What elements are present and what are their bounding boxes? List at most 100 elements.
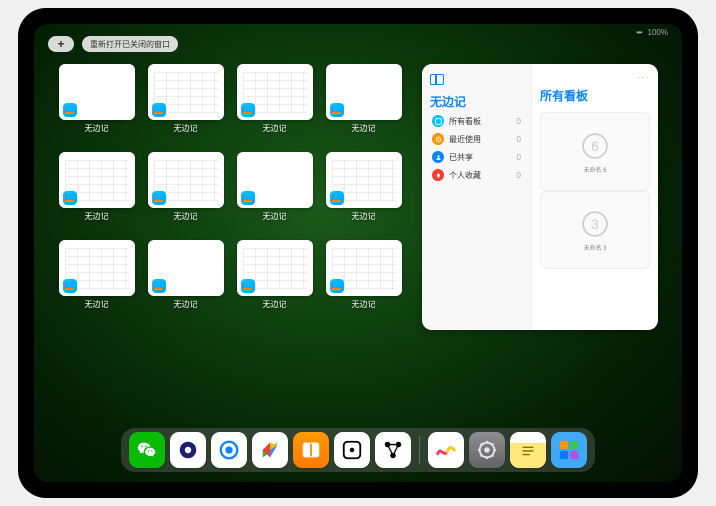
sidebar-item-label: 已共享 [449, 152, 473, 163]
freeform-app-icon [241, 279, 255, 293]
dock-icon-wechat[interactable] [129, 432, 165, 468]
sidebar-toggle-icon[interactable] [430, 74, 444, 85]
sidebar-item-icon [432, 169, 444, 181]
sidebar-title: 无边记 [430, 93, 523, 110]
board-name: 未命名 3 [583, 243, 606, 252]
board-card[interactable]: 6 未命名 6 [540, 112, 650, 191]
window-thumb[interactable]: 无边记 [58, 64, 135, 148]
freeform-app-icon [63, 103, 77, 117]
dock [121, 428, 595, 472]
dock-icon-settings[interactable] [469, 432, 505, 468]
battery-label: 100% [648, 28, 668, 37]
sidebar-item-count: 0 [517, 153, 521, 162]
freeform-app-icon [152, 191, 166, 205]
freeform-app-icon [241, 103, 255, 117]
plus-icon: + [57, 37, 64, 51]
thumb-preview [326, 64, 402, 120]
window-thumb[interactable]: 无边记 [236, 64, 313, 148]
window-thumb[interactable]: 无边记 [58, 240, 135, 324]
window-thumbs-grid: 无边记 无边记 无边记 无边记 无边记 无边记 无边记 无边记 [58, 64, 402, 422]
add-window-button[interactable]: + [48, 36, 74, 52]
sidebar-item-icon [432, 133, 444, 145]
thumb-preview [59, 240, 135, 296]
thumb-preview [326, 240, 402, 296]
window-thumb[interactable]: 无边记 [147, 64, 224, 148]
svg-text:3: 3 [591, 217, 599, 232]
freeform-app-icon [152, 103, 166, 117]
sidebar-item-icon [432, 115, 444, 127]
dock-icon-notes[interactable] [510, 432, 546, 468]
thumb-label: 无边记 [85, 123, 109, 134]
boards-panel-title: 所有看板 [540, 87, 650, 104]
dock-separator [419, 436, 420, 464]
sidebar-item[interactable]: 已共享 0 [430, 148, 523, 166]
window-thumb[interactable]: 无边记 [325, 64, 402, 148]
thumb-label: 无边记 [174, 211, 198, 222]
freeform-app-icon [330, 103, 344, 117]
freeform-app-icon [63, 279, 77, 293]
freeform-sidebar: 无边记 所有看板 0 最近使用 0 已共享 0 个人收藏 0 [422, 64, 532, 330]
dock-icon-books[interactable] [293, 432, 329, 468]
thumb-label: 无边记 [352, 299, 376, 310]
reopen-label: 重新打开已关闭的窗口 [90, 39, 170, 50]
boards-panel: ··· 所有看板 6 未命名 6 3 未命名 3 [532, 64, 658, 330]
board-name: 未命名 6 [583, 165, 606, 174]
sidebar-item-count: 0 [517, 117, 521, 126]
thumb-preview [237, 240, 313, 296]
freeform-app-icon [241, 191, 255, 205]
freeform-app-icon [152, 279, 166, 293]
sidebar-item[interactable]: 个人收藏 0 [430, 166, 523, 184]
thumb-preview [148, 240, 224, 296]
thumb-label: 无边记 [352, 123, 376, 134]
freeform-app-icon [330, 191, 344, 205]
screen: 100% + 重新打开已关闭的窗口 无边记 无边记 无边记 无边记 无边记 [34, 24, 682, 482]
ipad-device: 100% + 重新打开已关闭的窗口 无边记 无边记 无边记 无边记 无边记 [18, 8, 698, 498]
board-card[interactable]: 3 未命名 3 [540, 191, 650, 270]
svg-text:6: 6 [591, 139, 599, 154]
thumb-preview [237, 64, 313, 120]
dock-icon-browser[interactable] [211, 432, 247, 468]
thumb-label: 无边记 [352, 211, 376, 222]
thumb-label: 无边记 [263, 299, 287, 310]
dock-icon-quark[interactable] [170, 432, 206, 468]
thumb-preview [148, 152, 224, 208]
reopen-closed-window-button[interactable]: 重新打开已关闭的窗口 [82, 36, 178, 52]
dock-icon-nodes[interactable] [375, 432, 411, 468]
window-thumb[interactable]: 无边记 [236, 240, 313, 324]
status-bar: 100% [636, 28, 668, 37]
window-thumb[interactable]: 无边记 [236, 152, 313, 236]
freeform-app-icon [330, 279, 344, 293]
thumb-preview [237, 152, 313, 208]
sidebar-item-count: 0 [517, 135, 521, 144]
board-scribble-icon: 3 [578, 207, 612, 241]
thumb-label: 无边记 [85, 211, 109, 222]
dock-icon-freeform[interactable] [428, 432, 464, 468]
thumb-label: 无边记 [263, 123, 287, 134]
dock-icon-play[interactable] [252, 432, 288, 468]
sidebar-item[interactable]: 所有看板 0 [430, 112, 523, 130]
dock-icon-folder[interactable] [551, 432, 587, 468]
sidebar-item-label: 个人收藏 [449, 170, 481, 181]
board-scribble-icon: 6 [578, 129, 612, 163]
window-thumb[interactable]: 无边记 [58, 152, 135, 236]
more-icon[interactable]: ··· [540, 72, 650, 83]
sidebar-item-icon [432, 151, 444, 163]
sidebar-item[interactable]: 最近使用 0 [430, 130, 523, 148]
freeform-app-icon [63, 191, 77, 205]
thumb-label: 无边记 [85, 299, 109, 310]
thumb-label: 无边记 [263, 211, 287, 222]
window-thumb[interactable]: 无边记 [325, 152, 402, 236]
window-thumb[interactable]: 无边记 [147, 152, 224, 236]
dock-icon-dice[interactable] [334, 432, 370, 468]
sidebar-item-label: 所有看板 [449, 116, 481, 127]
app-switcher: 无边记 无边记 无边记 无边记 无边记 无边记 无边记 无边记 [58, 64, 658, 422]
thumb-preview [148, 64, 224, 120]
window-thumb[interactable]: 无边记 [147, 240, 224, 324]
thumb-label: 无边记 [174, 299, 198, 310]
thumb-preview [59, 64, 135, 120]
thumb-preview [59, 152, 135, 208]
freeform-window[interactable]: 无边记 所有看板 0 最近使用 0 已共享 0 个人收藏 0 ··· 所有看板 … [422, 64, 658, 330]
thumb-preview [326, 152, 402, 208]
thumb-label: 无边记 [174, 123, 198, 134]
window-thumb[interactable]: 无边记 [325, 240, 402, 324]
